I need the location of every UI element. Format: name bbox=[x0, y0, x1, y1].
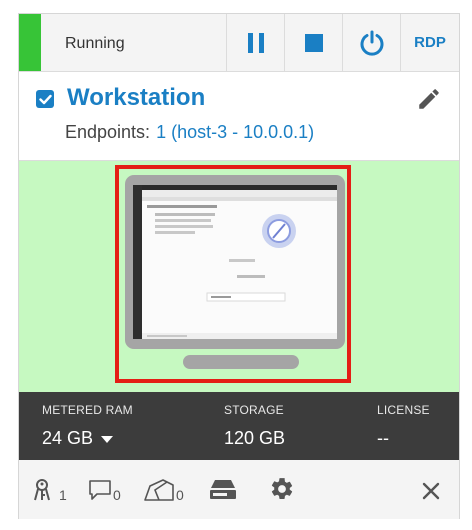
stop-button[interactable] bbox=[284, 14, 342, 71]
vm-footer: 1 0 0 bbox=[19, 460, 459, 519]
stop-icon bbox=[304, 33, 323, 52]
endpoints-link[interactable]: 1 (host-3 - 10.0.0.1) bbox=[156, 122, 314, 142]
license-value: -- bbox=[377, 428, 389, 448]
pause-button[interactable] bbox=[226, 14, 284, 71]
tags-button[interactable]: 0 bbox=[143, 478, 184, 502]
endpoints-row: Endpoints: 1 (host-3 - 10.0.0.1) bbox=[65, 122, 314, 143]
rdp-label: RDP bbox=[414, 34, 446, 51]
gear-icon bbox=[271, 478, 293, 499]
tags-count: 0 bbox=[176, 487, 184, 503]
monitor-stand bbox=[183, 355, 299, 369]
vm-toolbar: Running RDP bbox=[19, 14, 459, 72]
users-key-icon bbox=[34, 479, 50, 501]
comments-count: 0 bbox=[113, 487, 121, 503]
settings-button[interactable] bbox=[269, 478, 295, 502]
vm-select-checkbox[interactable] bbox=[36, 90, 54, 108]
vm-card: Running RDP Workstation Endpoints: 1 (ho… bbox=[18, 13, 460, 519]
status-indicator bbox=[19, 14, 41, 71]
close-button[interactable] bbox=[420, 478, 442, 502]
screen-content bbox=[133, 185, 337, 339]
pencil-icon[interactable] bbox=[416, 86, 442, 112]
console-screenshot bbox=[133, 185, 337, 339]
status-text: Running bbox=[65, 35, 125, 52]
vm-preview-area bbox=[19, 160, 459, 392]
power-icon bbox=[360, 30, 383, 56]
close-icon bbox=[422, 482, 440, 500]
license-label: LICENSE bbox=[377, 403, 430, 417]
users-count: 1 bbox=[59, 487, 67, 503]
power-button[interactable] bbox=[342, 14, 400, 71]
drive-button[interactable] bbox=[208, 478, 238, 502]
users-button[interactable]: 1 bbox=[34, 478, 67, 502]
comment-icon bbox=[89, 480, 111, 500]
comments-button[interactable]: 0 bbox=[88, 478, 121, 502]
vm-stats: METERED RAM 24 GB STORAGE 120 GB LICENSE… bbox=[19, 392, 459, 460]
rdp-button[interactable]: RDP bbox=[400, 14, 459, 71]
metered-ram-dropdown[interactable]: 24 GB bbox=[42, 428, 114, 449]
vm-console-thumbnail[interactable] bbox=[115, 165, 351, 383]
vm-name[interactable]: Workstation bbox=[67, 84, 205, 112]
pause-icon bbox=[247, 32, 264, 53]
monitor-icon bbox=[125, 175, 345, 349]
storage-value: 120 GB bbox=[224, 428, 286, 448]
hard-drive-icon bbox=[210, 480, 236, 499]
check-icon bbox=[38, 94, 52, 104]
caret-down-icon bbox=[101, 435, 114, 443]
endpoints-label: Endpoints: bbox=[65, 122, 151, 142]
tag-icon bbox=[144, 479, 174, 501]
vm-header: Workstation Endpoints: 1 (host-3 - 10.0.0… bbox=[19, 72, 459, 160]
metered-ram-value: 24 GB bbox=[42, 428, 94, 448]
storage-label: STORAGE bbox=[224, 403, 284, 417]
metered-ram-label: METERED RAM bbox=[42, 403, 133, 417]
